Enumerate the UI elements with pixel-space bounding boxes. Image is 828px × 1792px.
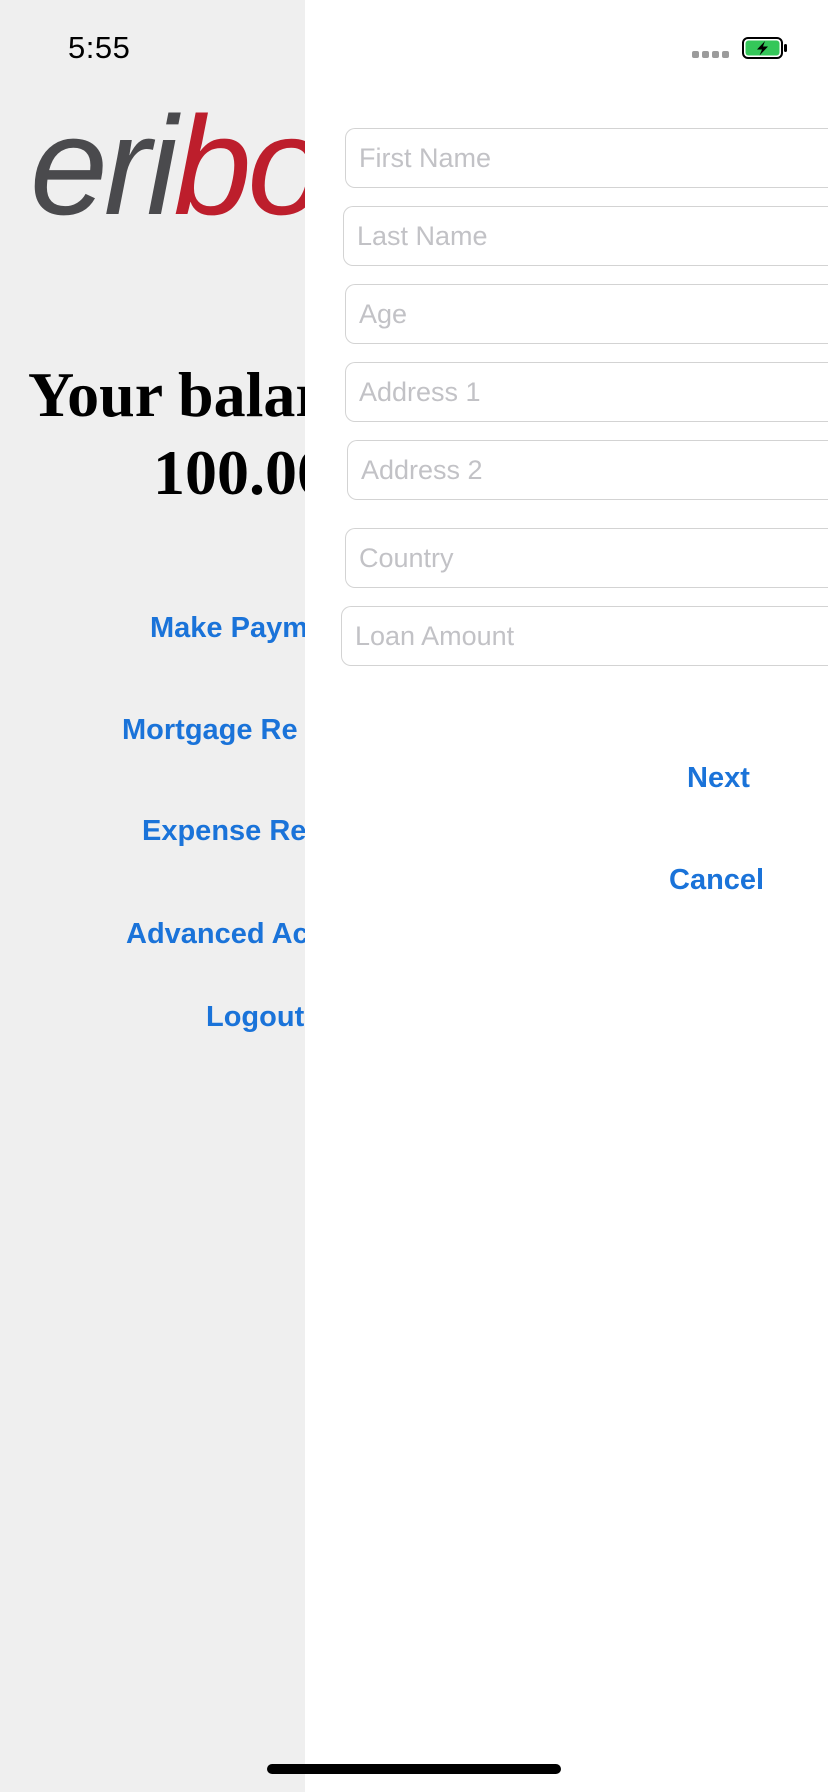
battery-charging-icon [742, 37, 787, 59]
make-payment-link[interactable]: Make Paym [150, 614, 305, 643]
mortgage-request-link[interactable]: Mortgage Re [122, 716, 298, 745]
logout-link[interactable]: Logout [206, 1003, 304, 1032]
address-1-field[interactable] [345, 362, 828, 422]
address-2-field[interactable] [347, 440, 828, 500]
age-field[interactable] [345, 284, 828, 344]
balance-label: Your balar [28, 359, 305, 430]
bank-logo: eribo [30, 96, 305, 236]
country-field[interactable] [345, 528, 828, 588]
background-screen: 5:55 eribo Your balar 100.00 Make Paym M… [0, 0, 305, 1792]
logo-text-a: eri [30, 87, 178, 244]
app-screen: 5:55 eribo Your balar 100.00 Make Paym M… [0, 0, 828, 1792]
home-indicator[interactable] [267, 1764, 561, 1774]
advanced-actions-link[interactable]: Advanced Ac [126, 920, 305, 949]
logo-text-b: bo [173, 87, 305, 244]
loan-amount-field[interactable] [341, 606, 828, 666]
balance-amount: 100.00 [153, 437, 305, 508]
expense-report-link[interactable]: Expense Re [142, 817, 305, 846]
signal-dots-icon [692, 51, 732, 61]
first-name-field[interactable] [345, 128, 828, 188]
loan-form-sheet: Next Cancel [305, 0, 828, 1792]
status-time: 5:55 [68, 30, 131, 65]
last-name-field[interactable] [343, 206, 828, 266]
next-button[interactable]: Next [687, 764, 750, 793]
cancel-button[interactable]: Cancel [669, 866, 764, 895]
